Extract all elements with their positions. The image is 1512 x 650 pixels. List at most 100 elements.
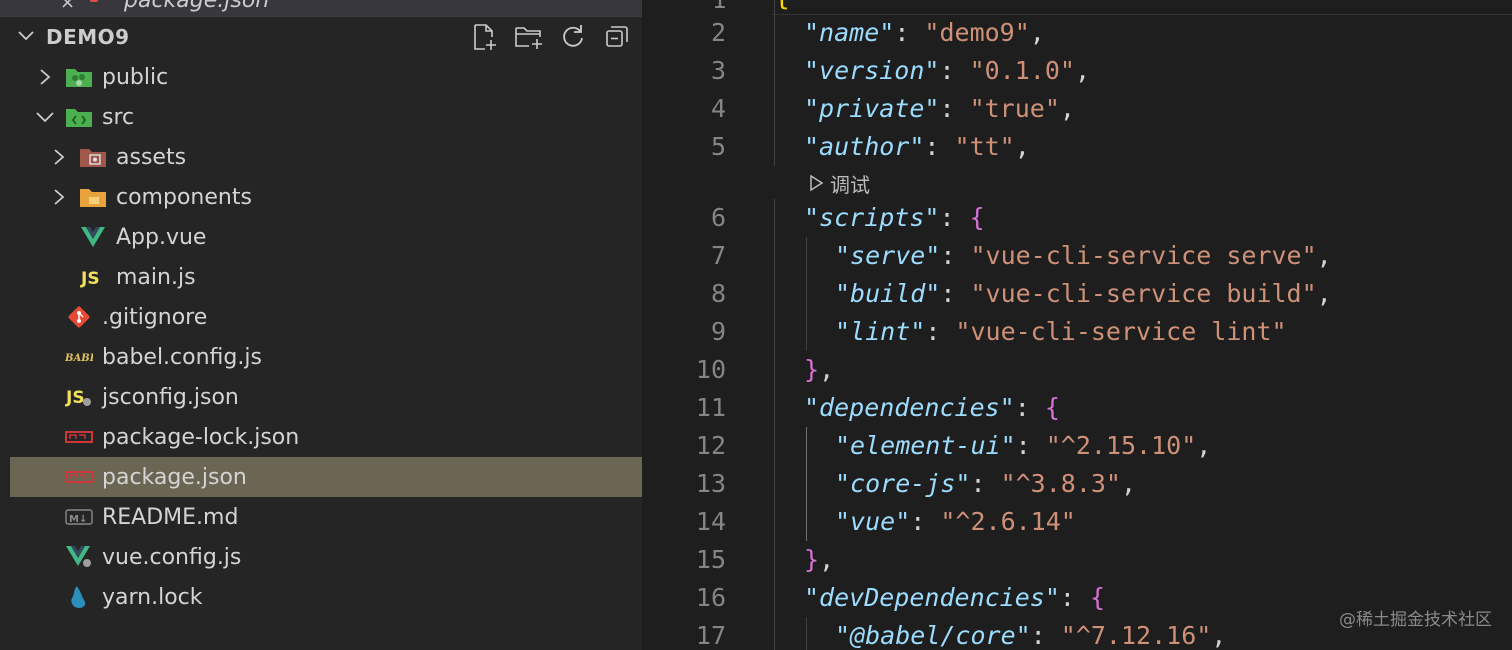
code-line: 12 "element-ui": "^2.15.10", bbox=[642, 427, 1512, 465]
line-number: 6 bbox=[710, 203, 726, 232]
debug-codelens[interactable]: 调试 bbox=[808, 168, 870, 198]
code-token: "dependencies" bbox=[804, 393, 1015, 422]
folder-src-icon bbox=[64, 104, 94, 130]
tree-item[interactable]: JS jsconfig.json bbox=[10, 377, 642, 417]
svg-text:JS: JS bbox=[65, 388, 85, 408]
code-token: "build" bbox=[835, 279, 941, 308]
code-content: "name": "demo9", bbox=[804, 14, 1045, 52]
open-editors-partial-row[interactable]: × package.json bbox=[0, 0, 642, 17]
code-line: 5 "author": "tt", bbox=[642, 128, 1512, 166]
tree-item[interactable]: yarn.lock bbox=[10, 577, 642, 617]
code-token: "vue-cli-service build" bbox=[970, 279, 1317, 308]
code-content: "vue": "^2.6.14" bbox=[835, 503, 1076, 541]
code-line: 9 "lint": "vue-cli-service lint" bbox=[642, 313, 1512, 351]
tree-item[interactable]: BABEL babel.config.js bbox=[10, 337, 642, 377]
tree-item[interactable]: vue.config.js bbox=[10, 537, 642, 577]
line-number: 11 bbox=[695, 393, 726, 422]
code-line: 10}, bbox=[642, 351, 1512, 389]
code-line: 2 "name": "demo9", bbox=[642, 14, 1512, 52]
play-outline-icon bbox=[810, 174, 824, 192]
code-token: "0.1.0" bbox=[969, 56, 1075, 85]
tree-item[interactable]: M↓ README.md bbox=[10, 497, 642, 537]
code-content: "element-ui": "^2.15.10", bbox=[835, 427, 1211, 465]
new-file-icon[interactable] bbox=[470, 22, 500, 52]
code-token: : bbox=[1014, 393, 1045, 422]
collapse-all-icon[interactable] bbox=[602, 22, 632, 52]
code-token: : bbox=[970, 469, 1001, 498]
line-number: 2 bbox=[710, 18, 726, 47]
line-number: 12 bbox=[695, 431, 726, 460]
code-token: "^2.6.14" bbox=[940, 507, 1076, 536]
svg-text:JS: JS bbox=[80, 269, 100, 288]
tree-item-label: package.json bbox=[102, 464, 247, 490]
code-token: "demo9" bbox=[924, 18, 1030, 47]
code-token: "name" bbox=[804, 18, 895, 47]
code-token: , bbox=[1211, 621, 1227, 650]
code-line: 8 "build": "vue-cli-service build", bbox=[642, 275, 1512, 313]
code-line: 4 "private": "true", bbox=[642, 90, 1512, 128]
code-content: "version": "0.1.0", bbox=[804, 52, 1090, 90]
code-content: "dependencies": { bbox=[804, 389, 1060, 427]
line-number: 14 bbox=[695, 507, 726, 536]
watermark: @稀土掘金技术社区 bbox=[1339, 610, 1492, 630]
line-number: 1 bbox=[712, 0, 727, 14]
code-token: "true" bbox=[969, 94, 1060, 123]
tree-item[interactable]: App.vue bbox=[10, 217, 642, 257]
code-token: , bbox=[1196, 431, 1212, 460]
folder-section-header[interactable]: DEMO9 bbox=[0, 18, 642, 56]
line-number: 17 bbox=[695, 621, 726, 650]
code-content: }, bbox=[804, 351, 834, 389]
refresh-icon[interactable] bbox=[558, 22, 588, 52]
codelens-label: 调试 bbox=[830, 172, 870, 197]
tree-item-label: babel.config.js bbox=[102, 344, 262, 370]
jsconfig-file-icon: JS bbox=[64, 384, 94, 410]
code-content: "scripts": { bbox=[804, 199, 985, 237]
code-token: : bbox=[939, 94, 970, 123]
npm-file-icon bbox=[64, 464, 94, 490]
code-editor[interactable]: 1 { 调试 2 "name": "demo9", 3 "version": "0.1… bbox=[642, 0, 1512, 650]
tree-item[interactable]: assets bbox=[10, 137, 642, 177]
js-file-icon: JS bbox=[78, 264, 108, 290]
code-token: "vue" bbox=[835, 507, 911, 536]
line-number: 7 bbox=[710, 241, 726, 270]
code-token: { bbox=[1089, 583, 1106, 612]
tree-item[interactable]: JS main.js bbox=[10, 257, 642, 297]
code-token: , bbox=[1014, 132, 1030, 161]
folder-components-icon bbox=[78, 184, 108, 210]
code-content: "lint": "vue-cli-service lint" bbox=[835, 313, 1287, 351]
code-token: { bbox=[969, 203, 985, 232]
close-icon[interactable]: × bbox=[60, 0, 75, 13]
code-token: : bbox=[1030, 621, 1061, 650]
chevron-right-icon[interactable] bbox=[48, 146, 70, 168]
code-content: "devDependencies": { bbox=[804, 579, 1105, 617]
chevron-down-icon[interactable] bbox=[34, 106, 56, 128]
code-token: : bbox=[939, 203, 970, 232]
tree-item[interactable]: package.json bbox=[10, 457, 642, 497]
npm-file-icon bbox=[64, 424, 94, 450]
code-content: "@babel/core": "^7.12.16", bbox=[835, 617, 1226, 650]
line-number: 5 bbox=[710, 132, 726, 161]
tree-item[interactable]: src bbox=[10, 97, 642, 137]
vue-config-file-icon bbox=[64, 544, 94, 570]
code-token: "private" bbox=[804, 94, 940, 123]
code-token: { bbox=[1044, 393, 1060, 422]
chevron-down-icon bbox=[18, 31, 34, 41]
code-token: "scripts" bbox=[804, 203, 940, 232]
chevron-right-icon[interactable] bbox=[48, 186, 70, 208]
chevron-right-icon[interactable] bbox=[34, 66, 56, 88]
code-content: "serve": "vue-cli-service serve", bbox=[835, 237, 1332, 275]
tree-item[interactable]: components bbox=[10, 177, 642, 217]
folder-assets-icon bbox=[78, 144, 108, 170]
tree-item[interactable]: public bbox=[10, 57, 642, 97]
code-token: , bbox=[819, 355, 835, 384]
code-token: : bbox=[1015, 431, 1046, 460]
line-number: 4 bbox=[710, 94, 726, 123]
code-token: : bbox=[1059, 583, 1090, 612]
tree-item[interactable]: .gitignore bbox=[10, 297, 642, 337]
new-folder-icon[interactable] bbox=[514, 22, 544, 52]
tree-item[interactable]: package-lock.json bbox=[10, 417, 642, 457]
code-token: "^2.15.10" bbox=[1045, 431, 1197, 460]
tree-item-label: main.js bbox=[116, 264, 196, 290]
open-editor-label: package.json bbox=[124, 0, 270, 13]
code-token: } bbox=[804, 355, 820, 384]
